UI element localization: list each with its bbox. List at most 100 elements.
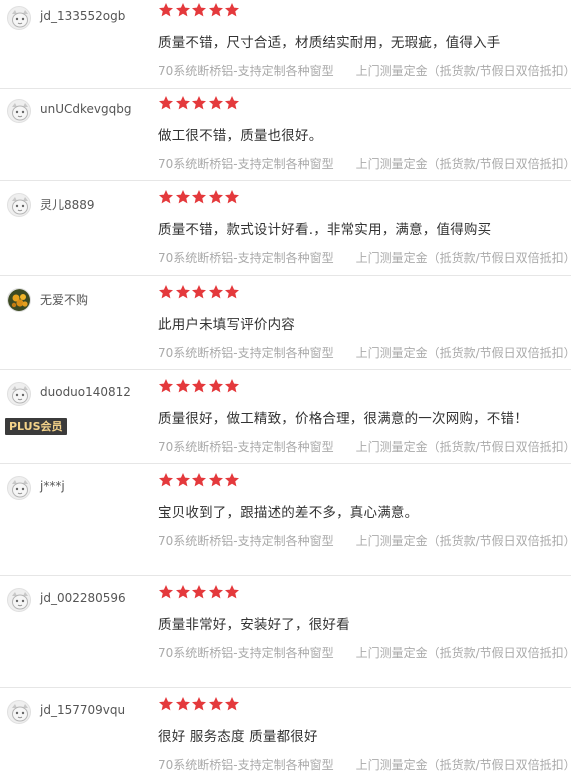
star-icon xyxy=(175,584,191,600)
flower-avatar-icon xyxy=(8,289,30,311)
default-avatar-icon xyxy=(8,701,30,723)
review-item: duoduo140812 PLUS会员 质量很好，做工精致，价格合理，很满意的一次网… xyxy=(0,378,571,464)
star-icon xyxy=(224,378,240,394)
review-meta: 70系统断桥铝-支持定制各种窗型 上门测量定金（抵货款/节假日双倍抵扣） xyxy=(158,62,571,79)
star-rating xyxy=(158,189,241,207)
username[interactable]: unUCdkevgqbg xyxy=(40,102,131,116)
star-rating xyxy=(158,696,241,714)
star-icon xyxy=(224,696,240,712)
service-option: 上门测量定金（抵货款/节假日双倍抵扣） xyxy=(355,646,571,660)
star-icon xyxy=(158,378,174,394)
review-text: 很好 服务态度 质量都很好 xyxy=(158,729,318,745)
plus-member-badge: PLUS会员 xyxy=(5,418,67,435)
star-icon xyxy=(208,2,224,18)
star-icon xyxy=(191,472,207,488)
star-rating xyxy=(158,2,241,20)
star-icon xyxy=(191,284,207,300)
review-text: 质量不错，尺寸合适，材质结实耐用，无瑕疵，值得入手 xyxy=(158,35,501,51)
star-rating xyxy=(158,584,241,602)
service-option: 上门测量定金（抵货款/节假日双倍抵扣） xyxy=(355,534,571,548)
product-spec: 70系统断桥铝-支持定制各种窗型 xyxy=(158,440,334,454)
review-text: 质量很好，做工精致，价格合理，很满意的一次网购，不错！ xyxy=(158,411,528,427)
star-icon xyxy=(158,95,174,111)
review-text: 此用户未填写评价内容 xyxy=(158,317,295,333)
review-meta: 70系统断桥铝-支持定制各种窗型 上门测量定金（抵货款/节假日双倍抵扣） xyxy=(158,249,571,266)
star-icon xyxy=(158,284,174,300)
username[interactable]: jd_002280596 xyxy=(40,591,126,605)
star-icon xyxy=(158,189,174,205)
star-icon xyxy=(175,2,191,18)
star-icon xyxy=(208,189,224,205)
service-option: 上门测量定金（抵货款/节假日双倍抵扣） xyxy=(355,157,571,171)
star-icon xyxy=(175,284,191,300)
review-item: 无爱不购此用户未填写评价内容 70系统断桥铝-支持定制各种窗型 上门测量定金（抵货款… xyxy=(0,284,571,370)
star-icon xyxy=(175,189,191,205)
review-item: jd_133552ogb 质量不错，尺寸合适，材质结实耐用，无瑕疵，值得入手 70系… xyxy=(0,2,571,89)
review-text: 质量不错，款式设计好看.，非常实用，满意，值得购买 xyxy=(158,222,492,238)
service-option: 上门测量定金（抵货款/节假日双倍抵扣） xyxy=(355,758,571,772)
user-avatar[interactable] xyxy=(7,6,31,30)
review-item: unUCdkevgqbg 做工很不错，质量也很好。 70系统断桥铝-支持定制各种窗型… xyxy=(0,95,571,181)
service-option: 上门测量定金（抵货款/节假日双倍抵扣） xyxy=(355,251,571,265)
user-avatar[interactable] xyxy=(7,700,31,724)
star-icon xyxy=(208,472,224,488)
star-icon xyxy=(224,472,240,488)
default-avatar-icon xyxy=(8,7,30,29)
review-meta: 70系统断桥铝-支持定制各种窗型 上门测量定金（抵货款/节假日双倍抵扣） xyxy=(158,344,571,361)
review-text: 质量非常好，安装好了，很好看 xyxy=(158,617,350,633)
service-option: 上门测量定金（抵货款/节假日双倍抵扣） xyxy=(355,64,571,78)
user-avatar[interactable] xyxy=(7,588,31,612)
star-icon xyxy=(208,378,224,394)
star-icon xyxy=(224,284,240,300)
star-icon xyxy=(191,189,207,205)
star-icon xyxy=(191,378,207,394)
star-icon xyxy=(158,696,174,712)
product-spec: 70系统断桥铝-支持定制各种窗型 xyxy=(158,758,334,772)
product-spec: 70系统断桥铝-支持定制各种窗型 xyxy=(158,64,334,78)
review-item: 灵儿8889 质量不错，款式设计好看.，非常实用，满意，值得购买 70系统断桥铝-支… xyxy=(0,189,571,276)
service-option: 上门测量定金（抵货款/节假日双倍抵扣） xyxy=(355,440,571,454)
user-avatar[interactable] xyxy=(7,382,31,406)
username[interactable]: 无爱不购 xyxy=(40,291,88,308)
service-option: 上门测量定金（抵货款/节假日双倍抵扣） xyxy=(355,346,571,360)
star-icon xyxy=(191,2,207,18)
star-icon xyxy=(224,189,240,205)
star-rating xyxy=(158,95,241,113)
username[interactable]: 灵儿8889 xyxy=(40,196,95,213)
user-avatar[interactable] xyxy=(7,288,31,312)
product-spec: 70系统断桥铝-支持定制各种窗型 xyxy=(158,646,334,660)
star-icon xyxy=(175,472,191,488)
default-avatar-icon xyxy=(8,589,30,611)
username[interactable]: j***j xyxy=(40,479,65,493)
product-spec: 70系统断桥铝-支持定制各种窗型 xyxy=(158,251,334,265)
product-spec: 70系统断桥铝-支持定制各种窗型 xyxy=(158,534,334,548)
username[interactable]: jd_133552ogb xyxy=(40,9,125,23)
review-text: 宝贝收到了，跟描述的差不多，真心满意。 xyxy=(158,505,419,521)
star-icon xyxy=(224,2,240,18)
star-icon xyxy=(191,95,207,111)
star-icon xyxy=(224,95,240,111)
review-meta: 70系统断桥铝-支持定制各种窗型 上门测量定金（抵货款/节假日双倍抵扣） xyxy=(158,644,571,661)
star-icon xyxy=(175,378,191,394)
star-icon xyxy=(224,584,240,600)
review-meta: 70系统断桥铝-支持定制各种窗型 上门测量定金（抵货款/节假日双倍抵扣） xyxy=(158,532,571,549)
user-avatar[interactable] xyxy=(7,193,31,217)
star-icon xyxy=(158,472,174,488)
default-avatar-icon xyxy=(8,100,30,122)
star-icon xyxy=(191,696,207,712)
star-icon xyxy=(191,584,207,600)
default-avatar-icon xyxy=(8,477,30,499)
star-icon xyxy=(208,95,224,111)
review-item: jd_002280596 质量非常好，安装好了，很好看 70系统断桥铝-支持定制各种… xyxy=(0,584,571,688)
username[interactable]: jd_157709vqu xyxy=(40,703,125,717)
username[interactable]: duoduo140812 xyxy=(40,385,131,399)
star-rating xyxy=(158,284,241,302)
star-icon xyxy=(175,696,191,712)
review-meta: 70系统断桥铝-支持定制各种窗型 上门测量定金（抵货款/节假日双倍抵扣） xyxy=(158,756,571,773)
user-avatar[interactable] xyxy=(7,99,31,123)
default-avatar-icon xyxy=(8,383,30,405)
user-avatar[interactable] xyxy=(7,476,31,500)
star-icon xyxy=(158,2,174,18)
review-item: jd_157709vqu 很好 服务态度 质量都很好 70系统断桥铝-支持定制各种窗… xyxy=(0,696,571,778)
product-spec: 70系统断桥铝-支持定制各种窗型 xyxy=(158,346,334,360)
